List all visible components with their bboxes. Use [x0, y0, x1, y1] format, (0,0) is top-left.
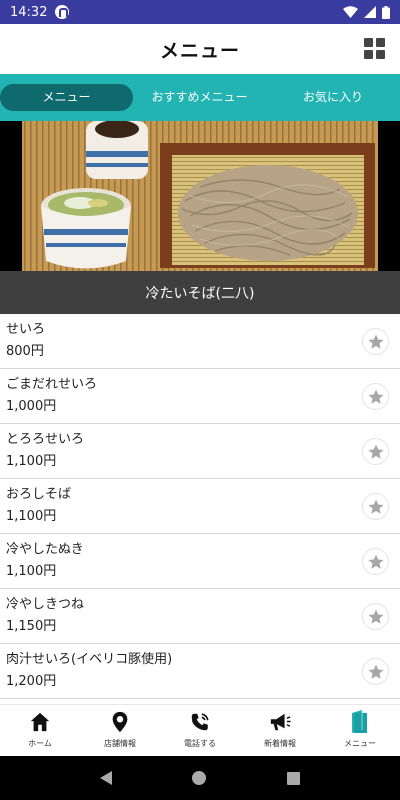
star-icon — [368, 499, 383, 514]
favorite-button[interactable] — [362, 493, 389, 520]
wifi-icon — [343, 6, 358, 18]
menu-item-name: おろしそば — [6, 487, 72, 502]
nav-call[interactable]: 電話する — [160, 705, 240, 756]
nav-label: メニュー — [344, 739, 376, 748]
home-circle-icon[interactable] — [192, 771, 207, 785]
menu-item-price: 1,200円 — [6, 674, 57, 689]
favorite-button[interactable] — [362, 548, 389, 575]
page-title: メニュー — [159, 39, 240, 62]
nav-label: 店舗情報 — [104, 739, 136, 748]
tab-favorites[interactable]: お気に入り — [266, 84, 400, 111]
menu-item-price: 1,100円 — [6, 454, 57, 469]
menu-item-price: 1,100円 — [6, 509, 57, 524]
app-header: メニュー — [0, 24, 400, 74]
bottom-navigation: ホーム 店舗情報 電話する 新着情報 メニュー — [0, 704, 400, 756]
nav-news[interactable]: 新着情報 — [240, 705, 320, 756]
favorite-button[interactable] — [362, 438, 389, 465]
nav-label: ホーム — [28, 739, 52, 748]
menu-item[interactable]: 冷やしきつね 1,150円 — [0, 589, 400, 644]
menu-item-price: 1,150円 — [6, 619, 57, 634]
menu-item-name: 冷やしたぬき — [6, 542, 84, 557]
menu-book-icon — [348, 710, 372, 734]
menu-tabs: メニュー おすすめメニュー お気に入り — [0, 74, 400, 121]
menu-item[interactable]: 冷やしたぬき 1,100円 — [0, 534, 400, 589]
nav-store-info[interactable]: 店舗情報 — [80, 705, 160, 756]
favorite-button[interactable] — [362, 383, 389, 410]
nav-label: 新着情報 — [264, 739, 296, 748]
map-pin-icon — [108, 710, 132, 734]
phone-icon — [188, 710, 212, 734]
menu-item[interactable]: 肉汁せいろ(イベリコ豚使用) 1,200円 — [0, 644, 400, 699]
nav-menu[interactable]: メニュー — [320, 705, 400, 756]
app-screen: 14:32 メニュー メニュー おすすめメニュー お気に入り 冷たいそば(二八)… — [0, 0, 400, 800]
category-photo — [0, 121, 400, 271]
soba-photo — [0, 121, 400, 271]
megaphone-icon — [268, 710, 292, 734]
menu-item[interactable]: おろしそば 1,100円 — [0, 479, 400, 534]
star-icon — [368, 444, 383, 459]
star-icon — [368, 334, 383, 349]
menu-item[interactable]: せいろ 800円 — [0, 314, 400, 369]
status-time: 14:32 — [10, 4, 48, 20]
back-icon[interactable] — [100, 771, 113, 785]
favorite-button[interactable] — [362, 328, 389, 355]
favorite-button[interactable] — [362, 603, 389, 630]
star-icon — [368, 554, 383, 569]
menu-item-name: せいろ — [6, 322, 46, 337]
battery-icon — [382, 5, 390, 19]
menu-item-name: とろろせいろ — [6, 432, 85, 447]
star-icon — [368, 664, 383, 679]
signal-icon — [364, 6, 376, 18]
menu-item-name: 肉汁せいろ(イベリコ豚使用) — [6, 652, 173, 667]
menu-list: せいろ 800円 ごまだれせいろ 1,000円 とろろせいろ 1,100円 おろ… — [0, 314, 400, 704]
recent-apps-icon[interactable] — [286, 771, 300, 785]
menu-item-name: ごまだれせいろ — [6, 377, 98, 392]
menu-item-price: 800円 — [6, 344, 44, 359]
notification-icon — [55, 5, 70, 19]
grid-icon — [364, 38, 373, 47]
menu-item[interactable]: ごまだれせいろ 1,000円 — [0, 369, 400, 424]
nav-label: 電話する — [184, 739, 216, 748]
category-title: 冷たいそば(二八) — [0, 271, 400, 314]
nav-home[interactable]: ホーム — [0, 705, 80, 756]
menu-item-name: 冷やしきつね — [6, 597, 85, 612]
favorite-button[interactable] — [362, 658, 389, 685]
menu-item-price: 1,000円 — [6, 399, 57, 414]
star-icon — [368, 389, 383, 404]
status-bar: 14:32 — [0, 0, 400, 24]
home-icon — [28, 710, 52, 734]
system-navigation-bar — [0, 756, 400, 800]
tab-menu[interactable]: メニュー — [0, 84, 133, 111]
status-icons — [343, 5, 390, 19]
star-icon — [368, 609, 383, 624]
menu-item-price: 1,100円 — [6, 564, 57, 579]
grid-view-button[interactable] — [364, 38, 386, 60]
tab-recommended[interactable]: おすすめメニュー — [133, 84, 266, 111]
menu-item[interactable]: とろろせいろ 1,100円 — [0, 424, 400, 479]
